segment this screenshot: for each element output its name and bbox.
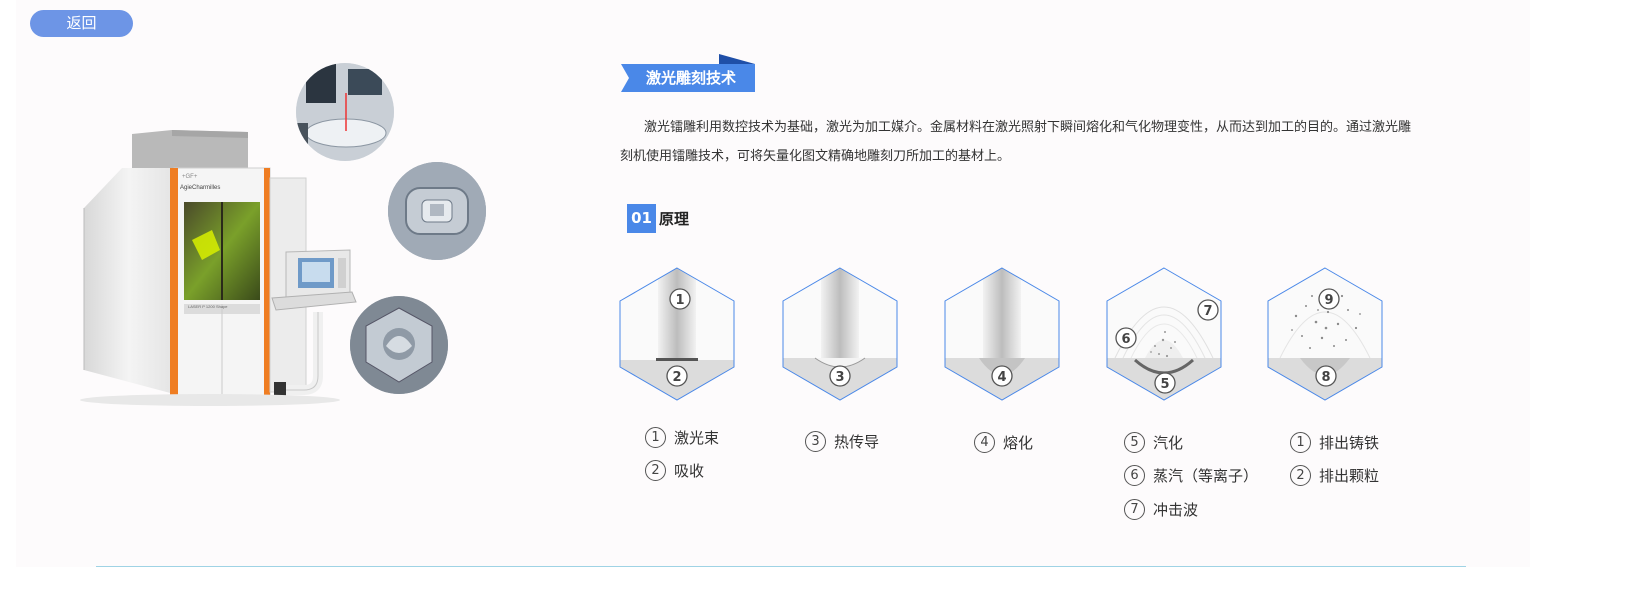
- principle-number: 01: [627, 204, 656, 233]
- section-title-tag: 激光雕刻技术: [621, 54, 761, 94]
- legend-item: 3 热传导: [805, 430, 879, 452]
- laser-detail-image: [296, 63, 394, 161]
- marker-2: 2: [672, 370, 681, 385]
- legend-label: 排出颗粒: [1319, 467, 1380, 485]
- principle-heading: 01 原理: [627, 204, 689, 233]
- legend-number: 2: [645, 460, 666, 481]
- legend-number: 5: [1124, 431, 1145, 453]
- legend-number: 4: [974, 431, 995, 453]
- marker-4: 4: [997, 370, 1006, 385]
- intro-paragraph: 激光镭雕利用数控技术为基础，激光为加工媒介。金属材料在激光照射下瞬间熔化和气化物…: [620, 120, 1412, 164]
- marker-3: 3: [835, 370, 844, 385]
- back-button[interactable]: 返回: [30, 10, 133, 37]
- hex-diagram-vaporization: 5 6 7: [1106, 267, 1222, 401]
- legend-number: 2: [1290, 465, 1311, 486]
- marker-7: 7: [1203, 304, 1212, 319]
- principle-title: 原理: [659, 210, 690, 228]
- legend-step-5: 1 排出铸铁 2 排出颗粒: [1290, 431, 1379, 498]
- hex-diagram-ejection: 9 8: [1267, 267, 1383, 401]
- legend-item: 2 吸收: [645, 460, 719, 482]
- legend-step-2: 3 热传导: [805, 430, 879, 464]
- marker-1: 1: [675, 293, 684, 308]
- section-title: 激光雕刻技术: [645, 69, 736, 87]
- engraved-part-image: [388, 162, 486, 260]
- bottom-divider: [96, 566, 1466, 567]
- legend-label: 熔化: [1003, 433, 1034, 452]
- legend-step-1: 1 激光束 2 吸收: [645, 426, 719, 493]
- legend-label: 汽化: [1153, 433, 1184, 452]
- legend-item: 5 汽化: [1124, 431, 1258, 453]
- legend-item: 4 熔化: [974, 431, 1033, 453]
- marker-8: 8: [1321, 370, 1330, 385]
- legend-label: 排出铸铁: [1319, 433, 1380, 452]
- legend-label: 热传导: [834, 432, 880, 451]
- legend-step-3: 4 熔化: [974, 431, 1033, 465]
- legend-item: 1 激光束: [645, 426, 719, 448]
- legend-item: 2 排出颗粒: [1290, 465, 1379, 487]
- detail-circle-part: [388, 162, 486, 260]
- legend-item: 6 蒸汽（等离子）: [1124, 465, 1258, 487]
- marker-9: 9: [1324, 293, 1333, 308]
- brand-logo: +GF+: [182, 174, 198, 180]
- machine-illustration: +GF+ AgieCharmilles LASER P 1200 Shape: [60, 60, 500, 420]
- detail-circle-laser: [296, 63, 394, 161]
- hex-diagram-melting: 4: [944, 267, 1060, 401]
- legend-number: 3: [805, 430, 826, 452]
- marker-5: 5: [1160, 377, 1169, 392]
- legend-number: 1: [645, 426, 666, 448]
- legend-number: 6: [1124, 465, 1145, 486]
- hex-diagram-heat-conduction: 3: [782, 267, 898, 401]
- legend-label: 吸收: [674, 462, 705, 480]
- legend-step-4: 5 汽化 6 蒸汽（等离子） 7 冲击波: [1124, 431, 1258, 532]
- brand-name: AgieCharmilles: [180, 185, 220, 191]
- marker-6: 6: [1121, 332, 1130, 347]
- legend-item: 1 排出铸铁: [1290, 431, 1379, 453]
- machine-model: LASER P 1200 Shape: [188, 304, 228, 309]
- legend-number: 7: [1124, 498, 1145, 520]
- detail-circle-mold: [350, 296, 448, 394]
- hex-diagram-laser-beam: 1 2: [619, 267, 735, 401]
- legend-item: 7 冲击波: [1124, 498, 1258, 520]
- engraved-mold-image: [350, 296, 448, 394]
- legend-number: 1: [1290, 431, 1311, 453]
- legend-label: 激光束: [674, 428, 720, 447]
- legend-label: 蒸汽（等离子）: [1153, 467, 1259, 485]
- legend-label: 冲击波: [1153, 500, 1199, 519]
